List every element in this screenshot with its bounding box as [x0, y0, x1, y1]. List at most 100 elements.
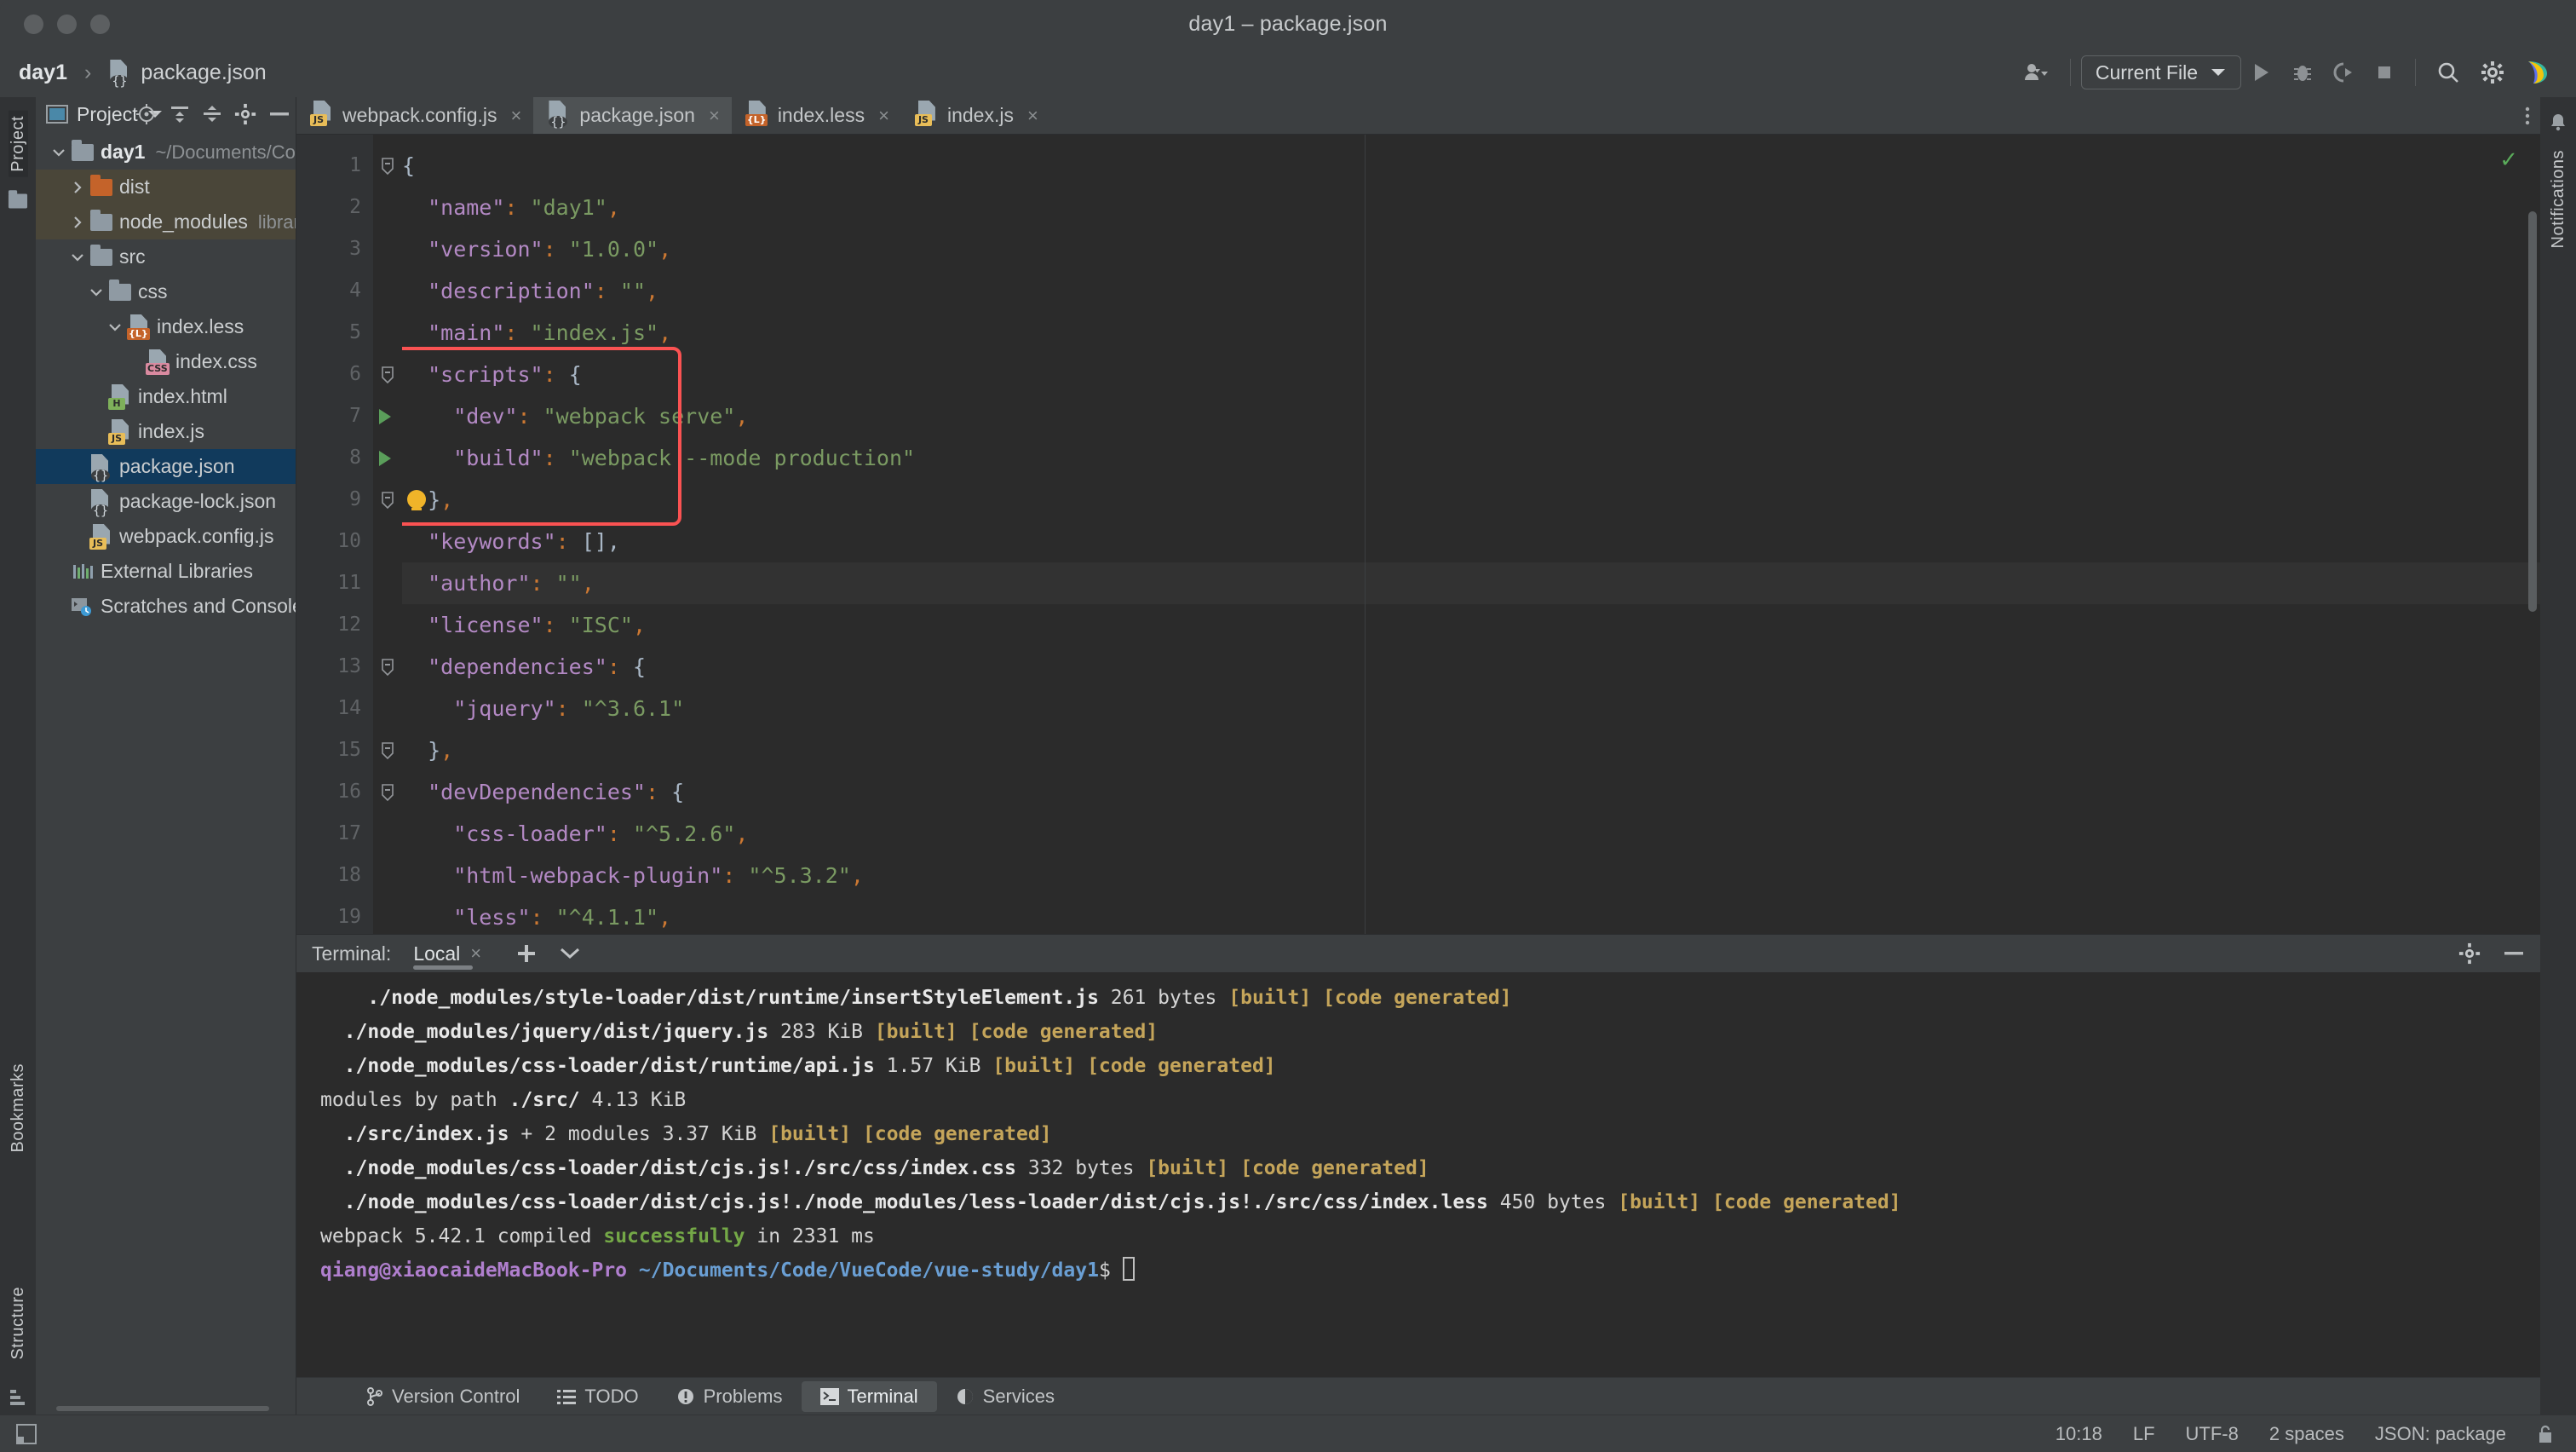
- chevron-right-icon[interactable]: [70, 180, 85, 195]
- tree-node-toggle[interactable]: [104, 320, 126, 335]
- chevron-down-icon[interactable]: [89, 285, 104, 300]
- settings-gear-icon[interactable]: [234, 103, 256, 125]
- close-icon[interactable]: ×: [511, 105, 522, 127]
- tree-node-package-lock-json[interactable]: {}package-lock.json: [36, 484, 296, 519]
- tree-node-external-libraries[interactable]: External Libraries: [36, 554, 296, 589]
- code-line[interactable]: "dev": "webpack serve",: [402, 395, 2540, 437]
- editor-vertical-scrollbar[interactable]: [2528, 211, 2537, 612]
- code-line[interactable]: "less": "^4.1.1",: [402, 896, 2540, 934]
- code-line[interactable]: "name": "day1",: [402, 187, 2540, 228]
- tree-node-webpack-config-js[interactable]: JSwebpack.config.js: [36, 519, 296, 554]
- chevron-down-icon[interactable]: [70, 250, 85, 265]
- fold-marker[interactable]: [373, 729, 402, 771]
- code-line[interactable]: "version": "1.0.0",: [402, 228, 2540, 270]
- code-line[interactable]: "keywords": [],: [402, 521, 2540, 562]
- tool-tab-terminal[interactable]: Terminal: [802, 1381, 937, 1412]
- editor-tab-webpack-config-js[interactable]: JSwebpack.config.js×: [296, 97, 533, 134]
- breadcrumb[interactable]: day1 › {} package.json: [19, 60, 267, 85]
- terminal-output[interactable]: ./node_modules/style-loader/dist/runtime…: [296, 972, 2540, 1377]
- close-icon[interactable]: ×: [470, 942, 481, 965]
- code-line[interactable]: "devDependencies": {: [402, 771, 2540, 813]
- close-icon[interactable]: ×: [709, 105, 720, 127]
- editor-code-content[interactable]: { "name": "day1", "version": "1.0.0", "d…: [402, 135, 2540, 934]
- code-line[interactable]: },: [402, 479, 2540, 521]
- run-script-gutter-icon[interactable]: [377, 407, 394, 426]
- tree-node-index-css[interactable]: CSSindex.css: [36, 344, 296, 379]
- hide-icon[interactable]: [268, 110, 290, 118]
- account-icon[interactable]: [2014, 53, 2060, 92]
- tree-node-toggle[interactable]: [66, 215, 89, 230]
- fold-marker[interactable]: [373, 646, 402, 688]
- tree-node-index-less[interactable]: {L}index.less: [36, 309, 296, 344]
- editor-tab-bar[interactable]: JSwebpack.config.js×{}package.json×{L}in…: [296, 97, 2540, 135]
- project-tree-horizontal-scrollbar[interactable]: [36, 1403, 296, 1415]
- debug-icon[interactable]: [2282, 53, 2323, 92]
- settings-gear-icon[interactable]: [2470, 53, 2515, 92]
- code-editor[interactable]: 12345678910111213141516171819 { "name": …: [296, 135, 2540, 934]
- fold-marker[interactable]: [373, 145, 402, 187]
- tree-node-node-modules[interactable]: node_moduleslibrary root: [36, 205, 296, 239]
- tree-node-toggle[interactable]: [66, 180, 89, 195]
- tool-tab-services[interactable]: Services: [937, 1381, 1073, 1412]
- run-script-gutter-icon[interactable]: [377, 449, 394, 468]
- close-icon[interactable]: ×: [878, 105, 889, 127]
- locate-icon[interactable]: [135, 103, 158, 125]
- tree-node-toggle[interactable]: [48, 145, 70, 160]
- code-line[interactable]: "author": "",: [402, 562, 2540, 604]
- expand-all-icon[interactable]: [170, 104, 190, 124]
- code-line[interactable]: "scripts": {: [402, 354, 2540, 395]
- chevron-right-icon[interactable]: [70, 215, 85, 230]
- code-line[interactable]: "license": "ISC",: [402, 604, 2540, 646]
- code-line[interactable]: "css-loader": "^5.2.6",: [402, 813, 2540, 855]
- editor-tab-index-js[interactable]: JSindex.js×: [901, 97, 1050, 134]
- run-with-coverage-icon[interactable]: [2323, 53, 2364, 92]
- run-icon[interactable]: [2241, 53, 2282, 92]
- tree-node-package-json[interactable]: {}package.json: [36, 449, 296, 484]
- editor-fold-column[interactable]: [373, 135, 402, 934]
- add-tab-icon[interactable]: [515, 942, 538, 965]
- show-layout-icon[interactable]: [15, 1423, 37, 1445]
- tree-node-toggle[interactable]: [66, 250, 89, 265]
- collapse-all-icon[interactable]: [202, 104, 222, 124]
- chevron-down-icon[interactable]: [560, 948, 580, 959]
- code-line[interactable]: "html-webpack-plugin": "^5.3.2",: [402, 855, 2540, 896]
- tree-node-index-html[interactable]: Hindex.html: [36, 379, 296, 414]
- terminal-session-tab[interactable]: Local ×: [413, 935, 486, 972]
- chevron-down-icon[interactable]: [51, 145, 66, 160]
- breadcrumb-project[interactable]: day1: [19, 60, 67, 85]
- code-line[interactable]: {: [402, 145, 2540, 187]
- hide-icon[interactable]: [2503, 949, 2525, 958]
- code-line[interactable]: "jquery": "^3.6.1": [402, 688, 2540, 729]
- sidebar-item-project[interactable]: Project: [9, 111, 28, 177]
- fold-marker[interactable]: [373, 354, 402, 395]
- stop-icon[interactable]: [2364, 53, 2405, 92]
- tree-node-css[interactable]: css: [36, 274, 296, 309]
- caret-position[interactable]: 10:18: [2056, 1423, 2102, 1445]
- editor-tabs-more[interactable]: [2523, 97, 2532, 134]
- code-line[interactable]: "description": "",: [402, 270, 2540, 312]
- file-encoding[interactable]: UTF-8: [2186, 1423, 2239, 1445]
- tree-node-toggle[interactable]: [85, 285, 107, 300]
- close-icon[interactable]: ×: [1027, 105, 1038, 127]
- editor-tab-index-less[interactable]: {L}index.less×: [732, 97, 901, 134]
- tree-node-dist[interactable]: dist: [36, 170, 296, 205]
- editor-tab-package-json[interactable]: {}package.json×: [533, 97, 731, 134]
- settings-gear-icon[interactable]: [2458, 942, 2481, 965]
- breadcrumb-file[interactable]: package.json: [141, 60, 266, 85]
- sidebar-item-structure[interactable]: Structure: [9, 1282, 28, 1365]
- notifications-bell-icon[interactable]: [2549, 112, 2567, 133]
- tool-tab-version-control[interactable]: Version Control: [348, 1381, 538, 1412]
- sidebar-item-bookmarks[interactable]: Bookmarks: [9, 1058, 28, 1158]
- file-type[interactable]: JSON: package: [2375, 1423, 2506, 1445]
- ide-logo-icon[interactable]: [2515, 53, 2559, 92]
- fold-marker[interactable]: [373, 479, 402, 521]
- chevron-down-icon[interactable]: [107, 320, 123, 335]
- code-line[interactable]: "dependencies": {: [402, 646, 2540, 688]
- tree-node-scratches-and-consoles[interactable]: Scratches and Consoles: [36, 589, 296, 624]
- tree-node-index-js[interactable]: JSindex.js: [36, 414, 296, 449]
- tool-tab-problems[interactable]: Problems: [658, 1381, 802, 1412]
- line-separator[interactable]: LF: [2133, 1423, 2155, 1445]
- project-tree[interactable]: day1~/Documents/Code/VueCode/vue-sdistno…: [36, 131, 296, 1403]
- code-line[interactable]: "build": "webpack --mode production": [402, 437, 2540, 479]
- tree-node-day1[interactable]: day1~/Documents/Code/VueCode/vue-s: [36, 135, 296, 170]
